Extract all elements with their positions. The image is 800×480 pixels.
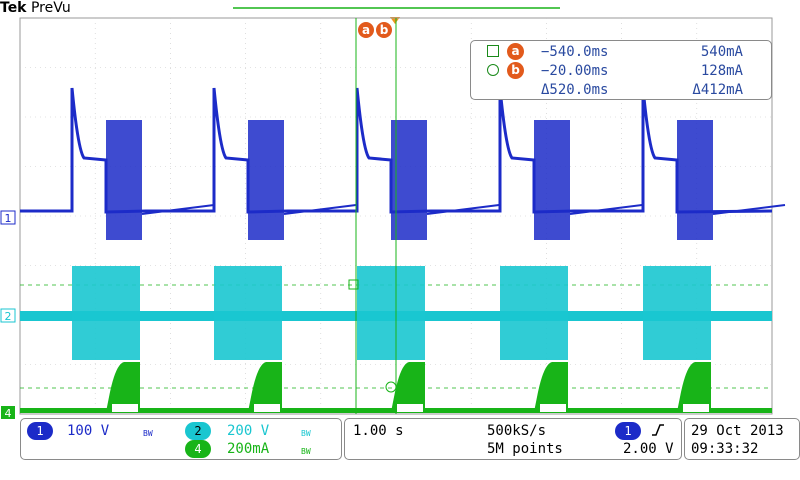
sample-rate: 500kS/s (487, 423, 547, 439)
cursor-a-marker (348, 279, 359, 290)
channel-1-waveform (20, 87, 786, 240)
datetime-panel: 29 Oct 2013 09:33:32 (684, 418, 800, 460)
timebase-scale: 1.00 s (353, 423, 404, 439)
square-cursor-icon (487, 45, 499, 57)
svg-text:b: b (380, 23, 389, 37)
channel-1-ground-marker[interactable]: 1 (0, 210, 16, 225)
delta-time: Δ520.0ms (541, 82, 609, 98)
delta-value: Δ412mA (692, 82, 743, 98)
channel-settings-panel[interactable]: 1 100 V BW 2 200 V BW 4 200mA BW (20, 418, 342, 460)
date-display: 29 Oct 2013 (691, 423, 784, 439)
cursor-b-time: −20.00ms (541, 63, 609, 79)
cursor-b-value: 128mA (700, 63, 743, 79)
svg-text:4: 4 (5, 407, 12, 420)
cursor-b-readout: b −20.00ms 128mA (471, 61, 771, 81)
channel-4-scale: 200mA (227, 441, 270, 457)
cursor-delta-readout: Δ520.0ms Δ412mA (471, 80, 771, 100)
record-length: 5M points (487, 441, 563, 457)
cursor-readout-panel: a −540.0ms 540mA b −20.00ms 128mA Δ520.0… (470, 40, 772, 100)
svg-text:a: a (362, 23, 370, 37)
timebase-trigger-panel[interactable]: 1.00 s 500kS/s 5M points 1 2.00 V (344, 418, 682, 460)
channel-4-bw-limit: BW (301, 447, 311, 456)
channel-4-ground-marker[interactable]: 4 (1, 406, 15, 420)
circle-cursor-icon (487, 64, 499, 76)
time-display: 09:33:32 (691, 441, 759, 457)
channel-1-scale: 100 V (67, 423, 110, 439)
trigger-level: 2.00 V (623, 441, 674, 457)
channel-1-bw-limit: BW (143, 429, 153, 438)
cursor-a-label[interactable]: a (358, 22, 374, 38)
cursor-a-badge: a (507, 43, 524, 60)
rising-edge-icon (652, 424, 664, 436)
cursor-a-time: −540.0ms (541, 44, 609, 60)
svg-text:2: 2 (5, 310, 12, 323)
cursor-b-badge: b (507, 62, 524, 79)
cursor-b-label[interactable]: b (376, 22, 392, 38)
cursor-a-readout: a −540.0ms 540mA (471, 42, 771, 62)
svg-text:1: 1 (5, 212, 12, 225)
cursor-a-value: 540mA (700, 44, 743, 60)
channel-2-bw-limit: BW (301, 429, 311, 438)
channel-2-ground-marker[interactable]: 2 (0, 308, 16, 323)
cursor-b-marker (385, 381, 397, 393)
channel-2-scale: 200 V (227, 423, 270, 439)
